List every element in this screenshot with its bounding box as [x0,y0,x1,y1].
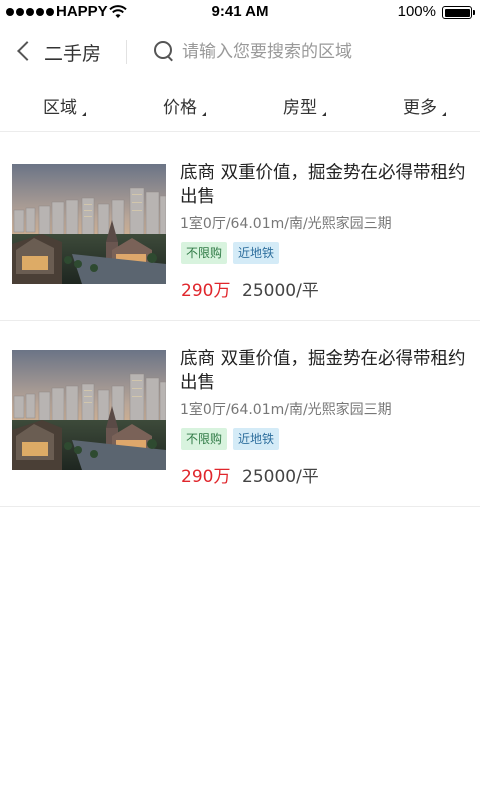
tag-badge: 近地铁 [233,428,280,450]
tag-badge: 近地铁 [233,242,280,264]
filter-price-label: 价格 [163,98,197,118]
filter-more[interactable]: 更多 [360,80,480,131]
search-icon [154,41,174,61]
listing-meta: 1室0厅/64.01m/南/光熙家园三期 [180,402,392,418]
filter-area[interactable]: 区域 [0,80,120,131]
battery-percent: 100% [397,3,436,20]
search-box[interactable] [150,34,470,70]
battery-icon [442,6,475,19]
tag-badge: 不限购 [181,242,228,264]
filter-layout-label: 房型 [283,98,317,118]
tag-badge: 不限购 [181,428,228,450]
page-title: 二手房 [44,43,102,65]
listing-photo [12,350,166,470]
caret-icon [202,112,206,116]
listing-photo [12,164,166,284]
filter-bar: 区域 价格 房型 更多 [0,80,480,132]
listing-price: 290万 [181,281,231,301]
listing-price: 290万 [181,467,231,487]
listing-item[interactable]: 底商 双重价值，掘金势在必得带租约出售 1室0厅/64.01m/南/光熙家园三期… [0,321,480,507]
chevron-left-icon[interactable] [12,38,36,66]
listing-meta: 1室0厅/64.01m/南/光熙家园三期 [180,216,392,232]
caret-icon [82,112,86,116]
listing-unit-price: 25000/平 [242,281,319,301]
search-input[interactable] [182,36,462,68]
filter-layout[interactable]: 房型 [240,80,360,131]
listing-title: 底商 双重价值，掘金势在必得带租约出售 [180,349,466,393]
listing-item[interactable]: 底商 双重价值，掘金势在必得带租约出售 1室0厅/64.01m/南/光熙家园三期… [0,135,480,321]
listing-tags: 不限购 近地铁 [181,242,280,264]
header-divider [126,40,127,64]
filter-more-label: 更多 [403,98,437,118]
filter-area-label: 区域 [43,98,77,118]
listing-tags: 不限购 近地铁 [181,428,280,450]
status-bar: HAPPY 9:41 AM 100% [0,0,480,24]
listing-unit-price: 25000/平 [242,467,319,487]
caret-icon [322,112,326,116]
listing-title: 底商 双重价值，掘金势在必得带租约出售 [180,163,466,207]
nav-header: 二手房 [0,24,480,80]
filter-price[interactable]: 价格 [120,80,240,131]
caret-icon [442,112,446,116]
